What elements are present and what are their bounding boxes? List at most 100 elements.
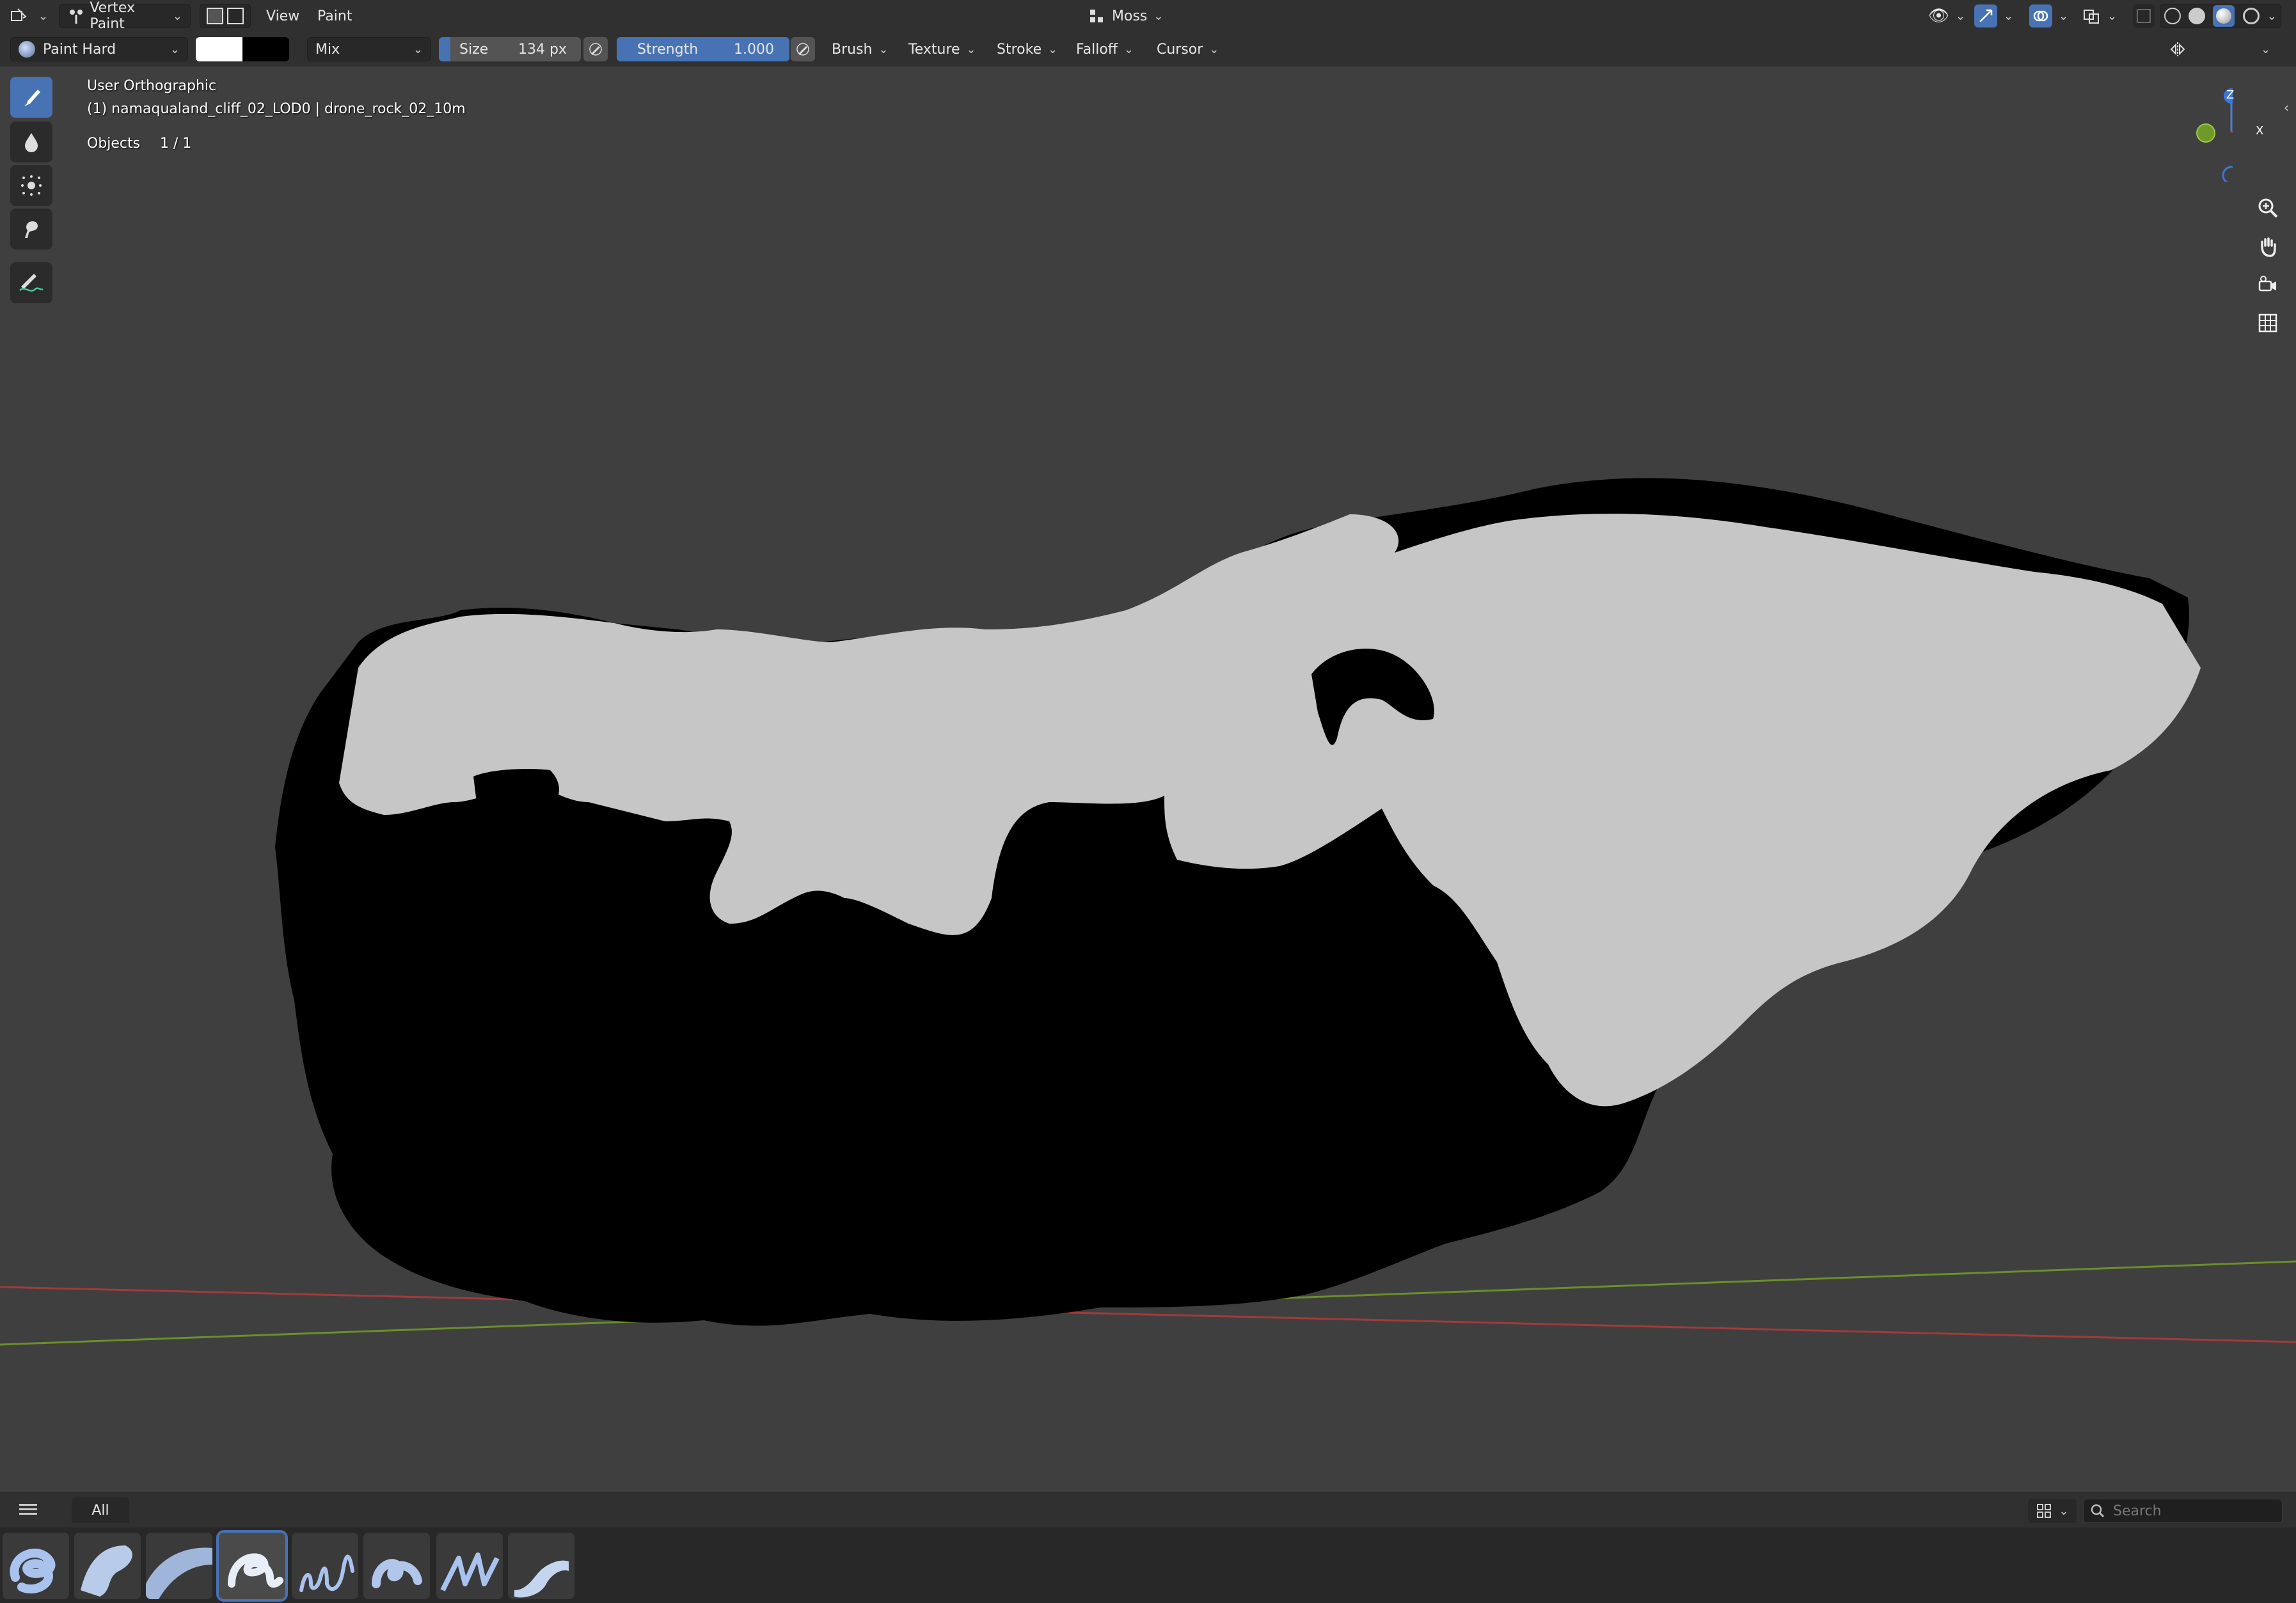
ortho-toggle-button[interactable]	[2252, 307, 2284, 339]
paint-brush-icon	[22, 90, 40, 106]
camera-icon	[2258, 276, 2276, 292]
secondary-color-swatch[interactable]	[242, 37, 289, 61]
primary-color-swatch[interactable]	[196, 37, 242, 61]
brush-asset-3[interactable]	[146, 1533, 212, 1599]
color-swatches	[196, 37, 289, 61]
navigation-gizmo[interactable]	[2162, 73, 2233, 182]
pen-pressure-icon	[589, 43, 602, 56]
chevron-down-icon: ⌄	[878, 42, 889, 56]
brush-name: Paint Hard	[43, 41, 116, 58]
blur-drop-icon	[25, 133, 38, 152]
chevron-down-icon: ⌄	[170, 42, 180, 56]
falloff-menu[interactable]: Falloff ⌄	[1068, 37, 1141, 61]
xray-dropdown[interactable]: ⌄	[2082, 4, 2117, 28]
viewport-scene	[0, 478, 2296, 1346]
smear-tool-button[interactable]	[10, 209, 52, 249]
camera-view-button[interactable]	[2252, 269, 2284, 301]
size-slider[interactable]: Size 134 px	[439, 37, 581, 61]
strength-slider[interactable]: Strength 1.000	[617, 37, 789, 61]
3d-viewport[interactable]: User Orthographic (1) namaqualand_cliff_…	[0, 67, 2296, 1492]
color-attribute-dropdown[interactable]: Moss ⌄	[1088, 4, 1163, 28]
average-tool-button[interactable]	[10, 165, 52, 206]
selection-mode-toggle[interactable]	[200, 4, 251, 28]
menu-view[interactable]: View	[258, 4, 307, 28]
xray-toggle-icon	[2137, 9, 2151, 23]
overlays-icon	[2029, 4, 2052, 28]
hand-icon	[2261, 237, 2276, 257]
size-label: Size	[459, 41, 489, 58]
brush-thumbnail-icon	[440, 1552, 500, 1591]
visibility-dropdown[interactable]: 👁 ⌄	[1928, 4, 1965, 28]
solid-shading-icon[interactable]	[2189, 8, 2206, 24]
rendered-shading-icon[interactable]	[2242, 8, 2260, 24]
strength-label: Strength	[637, 41, 699, 58]
size-value: 134 px	[518, 41, 567, 58]
chevron-down-icon: ⌄	[1956, 9, 1966, 23]
grid-icon	[2258, 313, 2277, 333]
zoom-button[interactable]	[2252, 192, 2284, 224]
symmetry-dropdown[interactable]: ⌄	[2261, 37, 2270, 61]
toggle-xray-button[interactable]	[2133, 4, 2155, 28]
brush-asset-paint-hard[interactable]	[216, 1530, 288, 1602]
face-mask-icon[interactable]	[207, 8, 223, 24]
menu-paint[interactable]: Paint	[310, 4, 360, 28]
texture-menu[interactable]: Texture ⌄	[901, 37, 984, 61]
material-shading-icon	[2216, 8, 2232, 24]
size-pressure-toggle[interactable]	[583, 37, 608, 61]
view-name: User Orthographic	[87, 78, 217, 94]
tab-all[interactable]: All	[72, 1497, 129, 1523]
chevron-down-icon: ⌄	[1153, 9, 1164, 23]
chevron-down-icon: ⌄	[2107, 9, 2118, 23]
strength-pressure-toggle[interactable]	[791, 37, 815, 61]
annotate-tool-button[interactable]	[10, 262, 52, 303]
editor-type-dropdown[interactable]: ⌄	[9, 4, 48, 28]
chevron-down-icon: ⌄	[2059, 1504, 2069, 1518]
editor-type-icon	[11, 8, 27, 21]
smear-icon	[25, 221, 38, 238]
overlays-dropdown[interactable]: ⌄	[2029, 4, 2068, 28]
brush-asset-2[interactable]	[74, 1533, 141, 1599]
draw-tool-button[interactable]	[10, 77, 52, 118]
gizmo-dropdown[interactable]: ⌄	[1974, 4, 2013, 28]
falloff-menu-label: Falloff	[1076, 41, 1118, 58]
xray-icon	[2084, 10, 2099, 24]
search-input[interactable]: Search	[2083, 1499, 2283, 1523]
brush-menu[interactable]: Brush ⌄	[824, 37, 896, 61]
zoom-icon	[2258, 198, 2278, 218]
texture-menu-label: Texture	[908, 41, 960, 58]
blur-tool-button[interactable]	[10, 122, 52, 162]
chevron-down-icon: ⌄	[2059, 9, 2069, 23]
brush-asset-7[interactable]	[436, 1533, 503, 1599]
chevron-down-icon: ⌄	[966, 42, 976, 56]
brush-asset-5[interactable]	[292, 1533, 358, 1599]
shading-mode-group: ⌄	[2160, 4, 2281, 28]
strength-value: 1.000	[734, 41, 774, 58]
chevron-down-icon[interactable]: ⌄	[2267, 10, 2277, 23]
wireframe-shading-icon[interactable]	[2164, 8, 2181, 24]
chevron-down-icon: ⌄	[2261, 42, 2271, 56]
cursor-menu[interactable]: Cursor ⌄	[1149, 37, 1226, 61]
stroke-menu[interactable]: Stroke ⌄	[989, 37, 1065, 61]
display-mode-dropdown[interactable]: ⌄	[2028, 1499, 2077, 1523]
editor-header: ⌄ Vertex Paint ⌄ View Paint Moss ⌄ 👁 ⌄ ⌄ …	[0, 0, 2296, 33]
brush-selector[interactable]: Paint Hard ⌄	[10, 37, 188, 61]
mode-dropdown[interactable]: Vertex Paint ⌄	[59, 0, 191, 32]
material-shading-button[interactable]	[2213, 5, 2235, 27]
brush-asset-6[interactable]	[363, 1533, 430, 1599]
brush-asset-1[interactable]	[3, 1533, 69, 1599]
brush-asset-8[interactable]	[508, 1533, 574, 1599]
vertex-mask-icon[interactable]	[227, 8, 244, 24]
color-attribute-label: Moss	[1112, 8, 1148, 24]
sidebar-toggle-icon[interactable]: ‹	[2284, 100, 2289, 115]
gizmo-z-label: Z	[2226, 88, 2235, 102]
blend-mode-dropdown[interactable]: Mix ⌄	[307, 37, 431, 61]
hamburger-menu-icon[interactable]	[19, 1501, 37, 1517]
annotate-icon	[19, 274, 44, 292]
pan-button[interactable]	[2252, 230, 2284, 262]
active-object-info: (1) namaqualand_cliff_02_LOD0 | drone_ro…	[87, 101, 466, 117]
chevron-down-icon: ⌄	[1048, 42, 1058, 56]
symmetry-icon-button[interactable]	[2166, 37, 2189, 61]
chevron-down-icon: ⌄	[1209, 42, 1219, 56]
brush-thumbnail-icon	[228, 1553, 283, 1588]
chevron-down-icon: ⌄	[38, 9, 49, 23]
